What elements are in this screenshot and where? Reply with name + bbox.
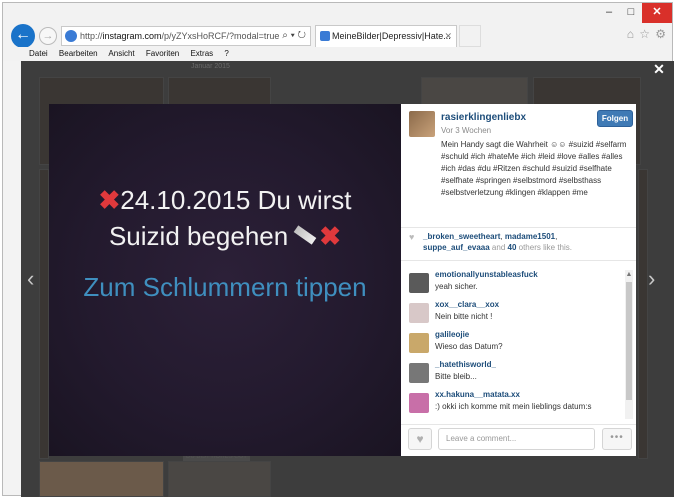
page-content: Januar 2015 DU BIST HOHES GUT ✕ ‹ › ✖24.… xyxy=(21,61,674,497)
minimize-button[interactable]: – xyxy=(598,3,620,23)
liker-link[interactable]: _broken_sweetheart xyxy=(423,232,500,241)
comment-username[interactable]: galileojie xyxy=(435,330,469,339)
comment-avatar[interactable] xyxy=(409,273,429,293)
menu-item-favoriten[interactable]: Favoriten xyxy=(146,49,179,58)
menu-bar: Datei Bearbeiten Ansicht Favoriten Extra… xyxy=(3,47,672,61)
maximize-button[interactable]: □ xyxy=(620,3,642,23)
list-item: emotionallyunstableasfuck yeah sicher. xyxy=(409,270,619,300)
divider xyxy=(401,227,636,228)
home-icon[interactable]: ⌂ xyxy=(627,27,634,41)
comment-text: Bitte bleib... xyxy=(435,372,477,381)
tab-title: MeineBilder|Depressiv|Hate... xyxy=(332,31,451,41)
scroll-up-icon[interactable]: ▲ xyxy=(625,270,633,280)
image-text-line1: ✖24.10.2015 Du wirst Suizid begehen ✖ xyxy=(75,182,375,254)
url-prefix: http:// xyxy=(80,31,103,41)
browser-window: – □ ✕ ← → http://instagram.com/p/yZYxsHo… xyxy=(2,2,674,497)
divider xyxy=(401,424,636,425)
url-path: /p/yZYxsHoRCF/?modal=true xyxy=(161,31,280,41)
next-arrow-icon[interactable]: › xyxy=(648,266,655,292)
image-date-text: 24.10.2015 Du wirst xyxy=(120,185,352,215)
heart-icon: ♥ xyxy=(409,232,415,242)
comment-text: Nein bitte nicht ! xyxy=(435,312,493,321)
post-time: Vor 3 Wochen xyxy=(441,126,492,135)
comments-scrollbar[interactable]: ▲ xyxy=(625,270,633,419)
post-detail-panel: rasierklingenliebx Vor 3 Wochen Folgen M… xyxy=(401,104,636,456)
comment-text: yeah sicher. xyxy=(435,282,478,291)
comments-list: emotionallyunstableasfuck yeah sicher. x… xyxy=(401,263,636,421)
background-photo xyxy=(168,461,271,497)
background-photo xyxy=(39,461,164,497)
menu-item-extras[interactable]: Extras xyxy=(190,49,213,58)
gear-icon[interactable]: ⚙ xyxy=(655,27,666,41)
comment-input[interactable]: Leave a comment... xyxy=(438,428,595,450)
menu-item-bearbeiten[interactable]: Bearbeiten xyxy=(59,49,98,58)
month-label: Januar 2015 xyxy=(191,63,230,70)
tab-instagram[interactable]: MeineBilder|Depressiv|Hate... ✕ xyxy=(315,25,457,47)
list-item: _hatethisworld_ Bitte bleib... xyxy=(409,360,619,390)
comment-username[interactable]: xox__clara__xox xyxy=(435,300,499,309)
comment-text: :) okki ich komme mit mein lieblings dat… xyxy=(435,402,592,411)
close-window-button[interactable]: ✕ xyxy=(642,3,672,23)
x-mark-icon: ✖ xyxy=(319,221,342,251)
comment-username[interactable]: emotionallyunstableasfuck xyxy=(435,270,538,279)
forward-arrow-icon[interactable]: → xyxy=(39,27,57,45)
comment-text: Wieso das Datum? xyxy=(435,342,503,351)
search-refresh-icons[interactable]: ⌕ ▾ ↻ xyxy=(282,27,306,45)
list-item: xx.hakuna__matata.xx :) okki ich komme m… xyxy=(409,390,619,420)
comment-avatar[interactable] xyxy=(409,363,429,383)
url-domain: instagram.com xyxy=(102,31,162,41)
post-caption: Mein Handy sagt die Wahrheit ☺☺ #suizid … xyxy=(441,140,627,197)
likes-separator: , xyxy=(555,232,558,241)
list-item: galileojie Wieso das Datum? xyxy=(409,330,619,360)
comment-avatar[interactable] xyxy=(409,303,429,323)
post-image[interactable]: ✖24.10.2015 Du wirst Suizid begehen ✖ Zum… xyxy=(49,104,401,456)
likes-names: _broken_sweetheart, madame1501, suppe_au… xyxy=(423,231,631,253)
new-tab-button[interactable] xyxy=(459,25,481,47)
x-mark-icon: ✖ xyxy=(98,185,121,215)
image-text-line2: Zum Schlummern tippen xyxy=(83,272,367,302)
page-icon xyxy=(65,30,77,42)
liker-link[interactable]: suppe_auf_evaaa xyxy=(423,243,490,252)
comment-avatar[interactable] xyxy=(409,333,429,353)
divider xyxy=(401,260,636,261)
comment-username[interactable]: xx.hakuna__matata.xx xyxy=(435,390,520,399)
menu-item-datei[interactable]: Datei xyxy=(29,49,48,58)
title-bar: – □ ✕ ← → http://instagram.com/p/yZYxsHo… xyxy=(3,3,672,48)
star-icon[interactable]: ☆ xyxy=(639,27,650,41)
likes-and: and xyxy=(489,243,508,252)
menu-item-help[interactable]: ? xyxy=(224,49,228,58)
background-photo xyxy=(638,169,648,459)
address-bar[interactable]: http://instagram.com/p/yZYxsHoRCF/?modal… xyxy=(61,26,311,46)
avatar[interactable] xyxy=(409,111,435,137)
post-username[interactable]: rasierklingenliebx xyxy=(441,112,526,123)
list-item: xox__clara__xox Nein bitte nicht ! xyxy=(409,300,619,330)
more-options-button[interactable]: ••• xyxy=(602,428,632,450)
likes-tail: others like this. xyxy=(516,243,572,252)
menu-item-ansicht[interactable]: Ansicht xyxy=(108,49,134,58)
background-photo xyxy=(39,169,49,459)
back-arrow-icon[interactable]: ← xyxy=(11,24,35,48)
comment-username[interactable]: _hatethisworld_ xyxy=(435,360,496,369)
liker-link[interactable]: madame1501 xyxy=(505,232,555,241)
like-heart-button[interactable]: ♥ xyxy=(408,428,432,450)
tab-favicon-icon xyxy=(320,31,330,41)
razor-blade-icon xyxy=(293,225,317,245)
scrollbar-thumb[interactable] xyxy=(626,282,632,400)
close-overlay-icon[interactable]: ✕ xyxy=(651,61,667,77)
tab-close-icon[interactable]: ✕ xyxy=(444,26,452,46)
image-suicide-text: Suizid begehen xyxy=(108,221,289,251)
follow-button[interactable]: Folgen xyxy=(597,110,633,127)
comment-avatar[interactable] xyxy=(409,393,429,413)
previous-arrow-icon[interactable]: ‹ xyxy=(27,266,34,292)
